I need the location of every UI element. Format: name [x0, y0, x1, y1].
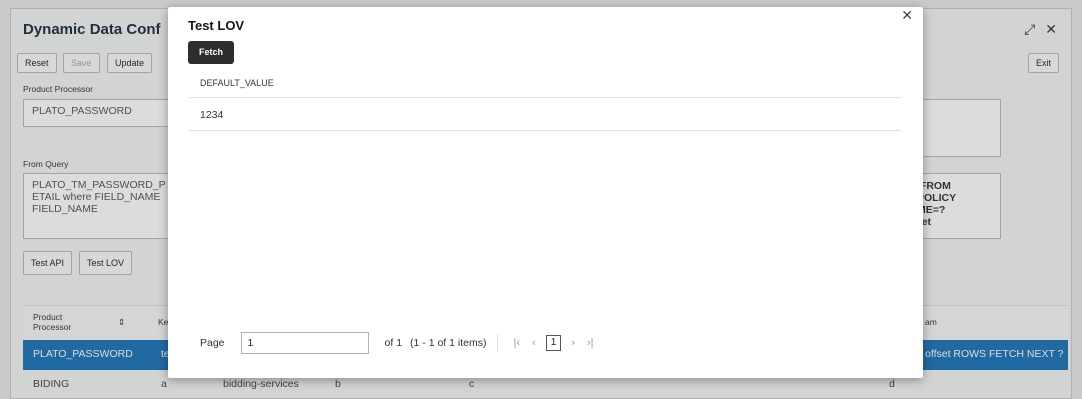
close-icon[interactable]: ✕	[901, 7, 913, 24]
current-page-button[interactable]: 1	[545, 335, 562, 351]
last-page-icon[interactable]: ›|	[587, 337, 594, 349]
page-label: Page	[200, 337, 225, 349]
item-range: (1 - 1 of 1 items)	[410, 337, 487, 349]
page-input[interactable]	[240, 332, 369, 354]
column-header-default-value[interactable]: DEFAULT_VALUE	[188, 69, 901, 98]
next-page-icon[interactable]: ›	[571, 337, 575, 349]
divider	[496, 334, 498, 352]
table-row[interactable]: 1234	[188, 99, 901, 131]
prev-page-icon[interactable]: ‹	[532, 337, 536, 349]
page-count: of 1	[384, 337, 403, 349]
pagination: Page of 1 (1 - 1 of 1 items) |‹ ‹ 1 › ›|	[200, 330, 599, 356]
test-lov-dialog: Test LOV ✕ Fetch DEFAULT_VALUE 1234 Page…	[168, 7, 923, 378]
fetch-button[interactable]: Fetch	[188, 41, 234, 64]
first-page-icon[interactable]: |‹	[514, 337, 521, 349]
dialog-title: Test LOV	[188, 18, 245, 33]
